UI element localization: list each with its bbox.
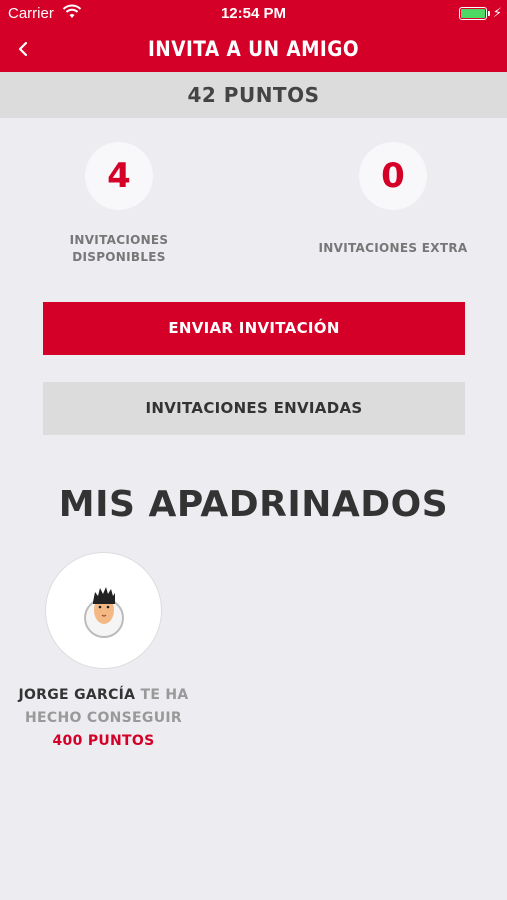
nav-bar: INVITA A UN AMIGO — [0, 28, 507, 72]
godchild-name: JORGE GARCÍA — [18, 687, 136, 703]
sent-invitations-button[interactable]: INVITACIONES ENVIADAS — [43, 382, 465, 435]
status-bar: Carrier 12:54 PM ⚡ — [0, 0, 507, 28]
stat-available-invitations: 4 INVITACIONES DISPONIBLES — [19, 142, 219, 266]
battery-icon — [459, 7, 487, 20]
page-title: INVITA A UN AMIGO — [147, 37, 360, 61]
avatar — [45, 552, 162, 669]
clock: 12:54 PM — [220, 5, 287, 22]
godchildren-title: MIS APADRINADOS — [58, 484, 449, 525]
avatar-face-icon — [84, 587, 124, 638]
available-label: INVITACIONES DISPONIBLES — [69, 233, 169, 264]
send-invitation-button[interactable]: ENVIAR INVITACIÓN — [43, 302, 465, 355]
points-banner: 42 PUNTOS — [0, 72, 507, 118]
godchild-caption: JORGE GARCÍA TE HA HECHO CONSEGUIR 400 P… — [16, 684, 191, 753]
battery-cap — [488, 11, 490, 16]
available-count: 4 — [85, 142, 153, 210]
extra-label: INVITACIONES EXTRA — [318, 241, 468, 255]
stat-extra-invitations: 0 INVITACIONES EXTRA — [293, 142, 493, 257]
godchild-unit: PUNTOS — [87, 733, 155, 749]
charging-icon: ⚡ — [492, 5, 502, 20]
extra-count: 0 — [359, 142, 427, 210]
godchild-points: 400 — [52, 733, 83, 749]
